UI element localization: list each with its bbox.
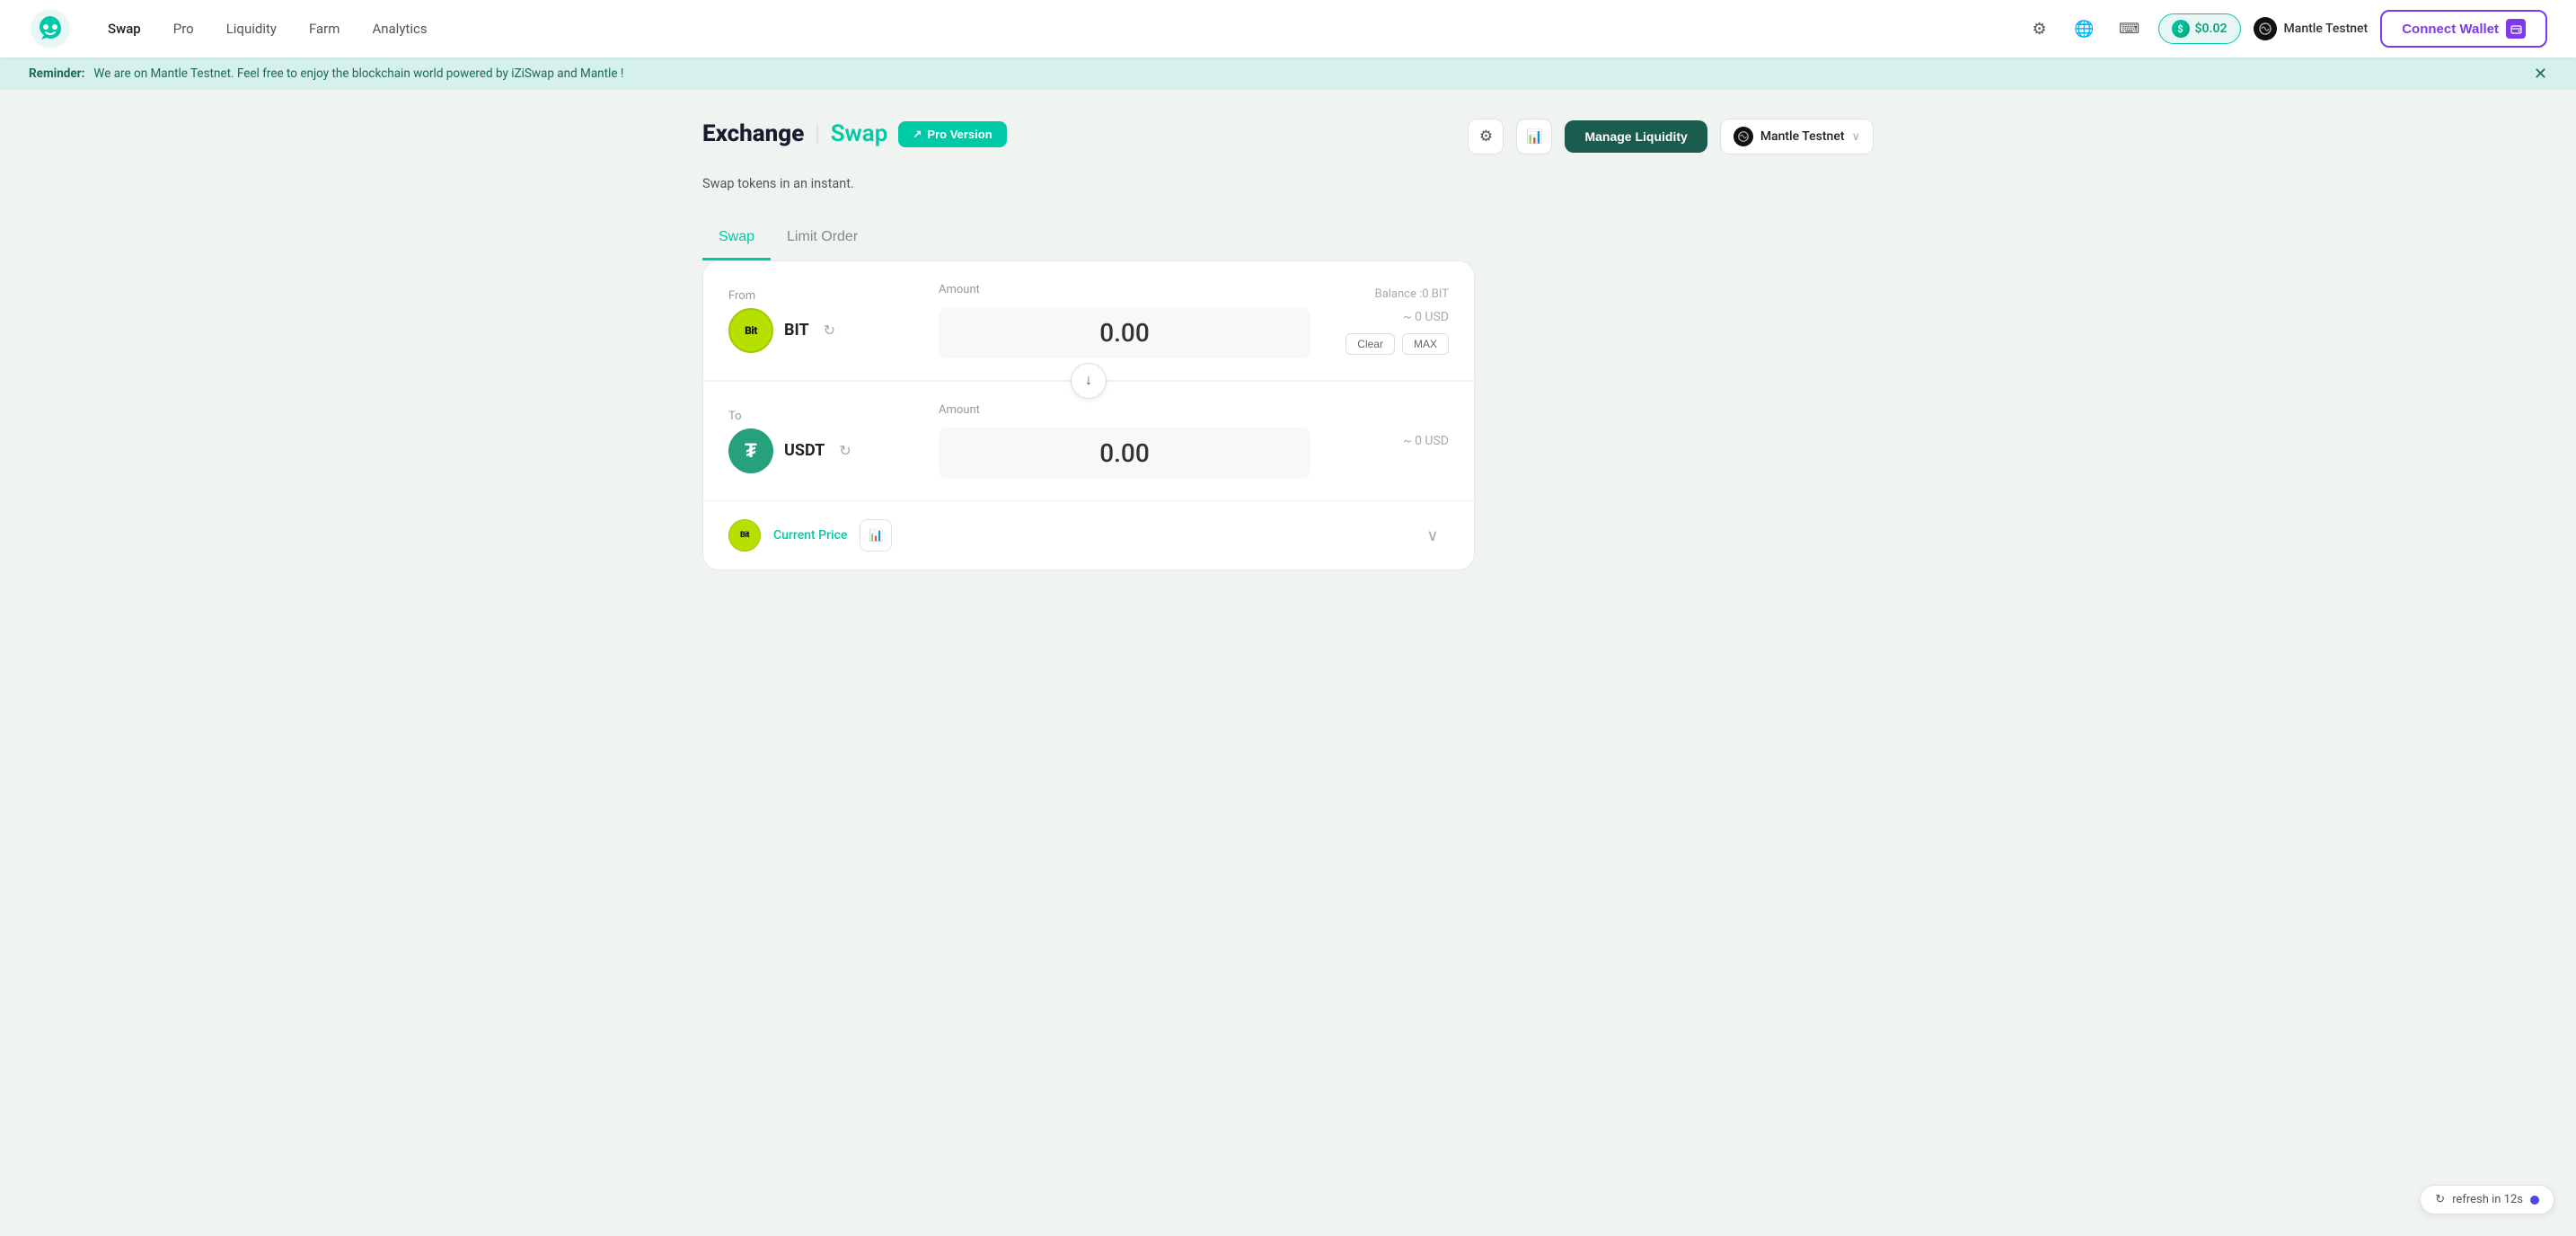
to-amount-label: Amount: [939, 403, 980, 417]
connect-wallet-label: Connect Wallet: [2402, 22, 2499, 37]
language-button[interactable]: 🌐: [2069, 13, 2101, 45]
nav-farm[interactable]: Farm: [309, 21, 340, 37]
from-usd-value: ~ 0 USD: [1403, 310, 1449, 324]
header: Swap Pro Liquidity Farm Analytics ⚙ 🌐 ⌨ …: [0, 0, 2576, 57]
current-price-row: Bit Current Price 📊 ∨: [703, 500, 1474, 569]
price-badge[interactable]: $ $0.02: [2158, 13, 2241, 44]
price-value: $0.02: [2195, 22, 2228, 36]
network-name: Mantle Testnet: [2284, 22, 2369, 36]
to-amount-input: 0.00: [939, 428, 1310, 479]
page-subtitle: Swap tokens in an instant.: [702, 176, 1874, 191]
swap-direction-button[interactable]: ↓: [1071, 363, 1107, 399]
page-network-icon: [1734, 127, 1753, 146]
page-header-right: ⚙ 📊 Manage Liquidity Mantle Testnet ∨: [1468, 119, 1874, 154]
manage-liquidity-button[interactable]: Manage Liquidity: [1565, 120, 1707, 153]
from-label: From: [728, 289, 899, 303]
from-amount-input[interactable]: 0.00: [939, 307, 1310, 358]
main-content: Exchange | Swap ↗ Pro Version ⚙ 📊 Manage…: [659, 90, 1917, 599]
manage-liquidity-label: Manage Liquidity: [1584, 129, 1687, 144]
from-token-name: BIT: [784, 321, 809, 340]
from-token-actions: Clear MAX: [1345, 333, 1449, 355]
pro-version-button[interactable]: ↗ Pro Version: [898, 121, 1006, 147]
reminder-message: We are on Mantle Testnet. Feel free to e…: [93, 66, 623, 81]
price-dot-icon: $: [2172, 20, 2190, 38]
from-balance-section: Balance :0 BIT ~ 0 USD Clear MAX: [1332, 287, 1449, 355]
refresh-indicator: ↻ refresh in 12s: [2420, 1185, 2554, 1214]
keyboard-button[interactable]: ⌨: [2113, 13, 2146, 45]
swap-card: From Bit BIT ↻ Amount 0.00 Balance :0 BI…: [702, 260, 1475, 570]
nav-pro[interactable]: Pro: [173, 21, 194, 37]
clear-button[interactable]: Clear: [1345, 333, 1395, 355]
logo[interactable]: [29, 7, 72, 50]
from-balance: Balance :0 BIT: [1375, 287, 1449, 301]
current-price-label[interactable]: Current Price: [773, 528, 847, 543]
header-right: ⚙ 🌐 ⌨ $ $0.02 Mantle Testnet Connect Wal…: [2024, 10, 2547, 48]
page-network-selector[interactable]: Mantle Testnet ∨: [1720, 119, 1874, 154]
chart-bar-icon: 📊: [869, 528, 883, 543]
wallet-icon: [2506, 19, 2526, 39]
chevron-down-icon: ∨: [1851, 130, 1860, 144]
globe-icon: 🌐: [2074, 20, 2094, 39]
refresh-spin-icon: ↻: [2435, 1193, 2445, 1206]
title-divider: |: [815, 120, 819, 147]
tab-swap[interactable]: Swap: [702, 220, 771, 260]
settings-button[interactable]: ⚙: [1468, 119, 1504, 154]
tab-limit-order[interactable]: Limit Order: [771, 220, 874, 260]
settings-icon: ⚙: [1479, 128, 1493, 146]
swap-tabs: Swap Limit Order: [702, 220, 1874, 260]
price-chart-button[interactable]: 📊: [860, 519, 892, 552]
reminder-banner: Reminder: We are on Mantle Testnet. Feel…: [0, 57, 2576, 90]
chart-icon: 📊: [1526, 128, 1543, 145]
pro-version-label: Pro Version: [927, 128, 992, 141]
to-token-selector[interactable]: ₮ USDT ↻: [728, 428, 899, 473]
to-token-refresh-icon[interactable]: ↻: [839, 442, 851, 459]
keyboard-icon: ⌨: [2119, 20, 2139, 38]
max-button[interactable]: MAX: [1402, 333, 1449, 355]
swap-page-title: Swap: [831, 120, 888, 147]
refresh-label: refresh in 12s: [2452, 1193, 2523, 1206]
from-amount-label: Amount: [939, 283, 980, 296]
to-usd-value: ~ 0 USD: [1403, 434, 1449, 448]
page-title-row: Exchange | Swap ↗ Pro Version: [702, 120, 1007, 147]
nav: Swap Pro Liquidity Farm Analytics: [108, 21, 2024, 37]
nav-swap[interactable]: Swap: [108, 21, 141, 37]
exchange-title: Exchange: [702, 120, 804, 147]
current-price-expand-icon[interactable]: ∨: [1416, 519, 1449, 552]
to-token-name: USDT: [784, 441, 825, 460]
refresh-dot: [2530, 1196, 2539, 1205]
network-badge[interactable]: Mantle Testnet: [2254, 17, 2369, 40]
nav-analytics[interactable]: Analytics: [372, 21, 427, 37]
from-token-refresh-icon[interactable]: ↻: [824, 322, 835, 339]
external-link-icon: ↗: [913, 128, 922, 140]
swap-area: Swap Limit Order From Bit BIT ↻: [702, 220, 1874, 570]
close-icon: ✕: [2534, 65, 2547, 83]
page-network-name: Mantle Testnet: [1760, 129, 1845, 144]
usdt-token-icon: ₮: [728, 428, 773, 473]
nav-liquidity[interactable]: Liquidity: [226, 21, 277, 37]
theme-toggle-button[interactable]: ⚙: [2024, 13, 2056, 45]
to-balance-section: ~ 0 USD: [1332, 434, 1449, 448]
sun-icon: ⚙: [2032, 20, 2046, 39]
to-label: To: [728, 410, 899, 423]
chart-button[interactable]: 📊: [1516, 119, 1552, 154]
bit-token-icon: Bit: [728, 308, 773, 353]
reminder-close-button[interactable]: ✕: [2534, 66, 2547, 82]
current-price-token-icon: Bit: [728, 519, 761, 552]
connect-wallet-button[interactable]: Connect Wallet: [2380, 10, 2547, 48]
from-token-selector[interactable]: Bit BIT ↻: [728, 308, 899, 353]
reminder-label: Reminder:: [29, 66, 84, 81]
network-icon: [2254, 17, 2277, 40]
swap-arrow-icon: ↓: [1085, 373, 1092, 389]
page-header-row: Exchange | Swap ↗ Pro Version ⚙ 📊 Manage…: [702, 119, 1874, 154]
